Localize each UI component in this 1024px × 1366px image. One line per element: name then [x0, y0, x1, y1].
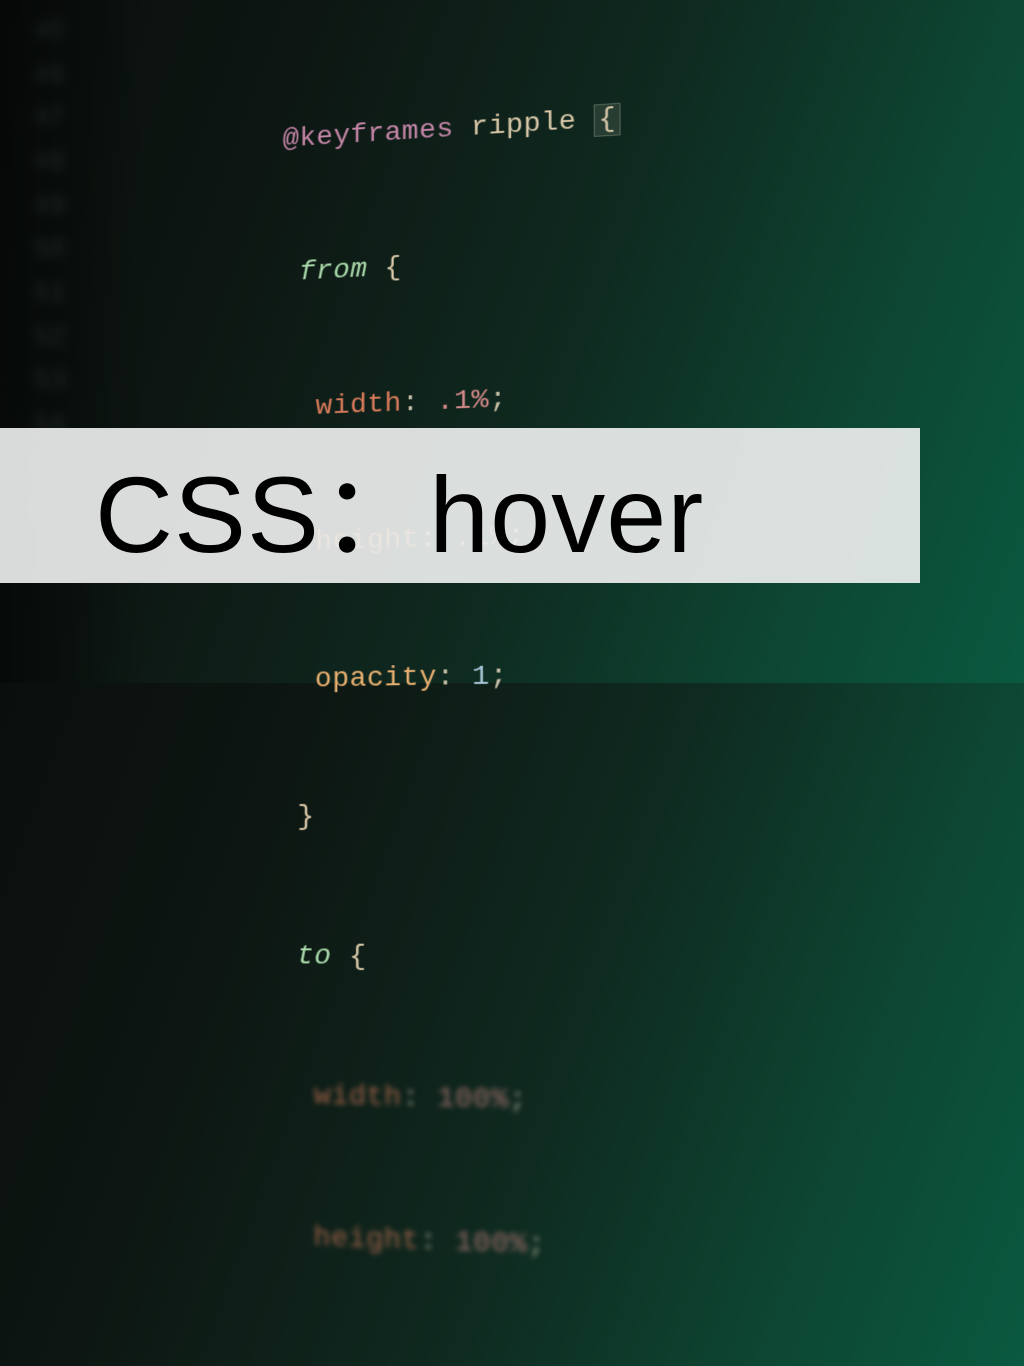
- code-line-10: opacity: 0;: [278, 1356, 629, 1366]
- close-brace: }: [297, 802, 314, 833]
- banner-title: CSS：hover: [95, 428, 704, 584]
- keyframe-from: from: [299, 255, 367, 289]
- css-property-height: height: [313, 1222, 419, 1257]
- css-property-width: width: [316, 388, 402, 422]
- code-line-8: width: 100%;: [279, 1073, 627, 1128]
- animation-name: ripple: [454, 106, 595, 145]
- css-property-width: width: [314, 1081, 402, 1114]
- css-property-opacity: opacity: [315, 662, 437, 695]
- css-value: 100%: [455, 1227, 527, 1262]
- css-value: .1%: [437, 385, 490, 418]
- css-value: 1: [472, 661, 490, 692]
- code-line-2: from {: [282, 234, 621, 297]
- open-brace: {: [594, 103, 620, 137]
- code-line-6: }: [280, 793, 625, 841]
- code-line-5: opacity: 1;: [281, 652, 624, 704]
- code-line-9: height: 100%;: [279, 1214, 628, 1273]
- css-property-opacity: opacity: [313, 1365, 437, 1366]
- code-editor-content: @keyframes ripple { from { width: .1%; h…: [277, 7, 631, 1366]
- at-rule-keyword: @keyframes: [283, 115, 454, 156]
- code-line-1: @keyframes ripple {: [283, 97, 621, 163]
- code-line-7: to {: [280, 934, 626, 984]
- css-value: 100%: [437, 1084, 509, 1117]
- code-line-3: width: .1%;: [282, 372, 623, 431]
- title-banner: CSS：hover: [0, 428, 920, 583]
- keyframe-to: to: [297, 941, 332, 973]
